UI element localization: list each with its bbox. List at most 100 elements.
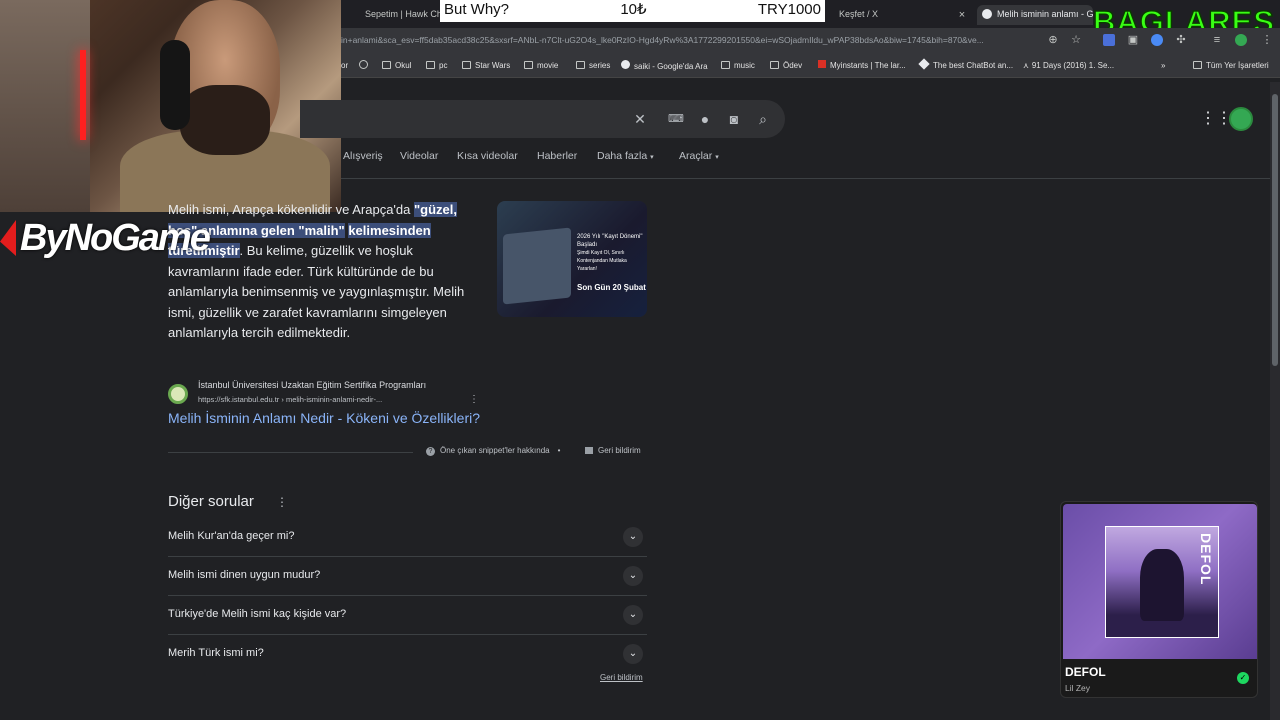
avatar[interactable] — [1229, 107, 1253, 131]
bookmark-item[interactable]: or — [341, 60, 348, 72]
tab-more[interactable]: Daha fazla ▾ — [597, 150, 654, 162]
more-options-icon[interactable]: ⋮ — [276, 495, 288, 509]
more-options-icon[interactable]: ⋮ — [469, 394, 479, 405]
bookmark-folder[interactable]: Okul — [382, 60, 411, 72]
feedback-link[interactable]: Geri bildirim — [600, 673, 643, 682]
donation-message: But Why? — [444, 1, 510, 18]
lens-camera-icon[interactable]: ◙ — [726, 111, 742, 127]
folder-icon — [462, 61, 471, 69]
page-scrollbar[interactable] — [1270, 82, 1280, 720]
extensions-puzzle-icon[interactable]: ✣ — [1175, 34, 1187, 46]
liked-check-icon: ✓ — [1237, 672, 1249, 684]
folder-icon — [1193, 61, 1202, 69]
keyboard-icon[interactable]: ⌨ — [668, 111, 684, 127]
donation-amount: 10₺ — [620, 1, 647, 18]
tab-shopping[interactable]: Alışveriş — [343, 150, 383, 162]
streamer-beard — [180, 85, 270, 155]
tab-news[interactable]: Haberler — [537, 150, 577, 162]
bookmarks-overflow-icon[interactable]: » — [1161, 60, 1165, 72]
about-snippets-link[interactable]: ? Öne çıkan snippet'ler hakkında • — [426, 446, 560, 456]
source-name[interactable]: İstanbul Üniversitesi Uzaktan Eğitim Ser… — [198, 380, 426, 390]
close-tab-icon[interactable]: × — [956, 9, 968, 21]
bookmark-star-icon[interactable]: ☆ — [1070, 34, 1082, 46]
folder-icon — [576, 61, 585, 69]
folder-icon — [524, 61, 533, 69]
scrollbar-thumb[interactable] — [1272, 94, 1278, 366]
led-light — [80, 50, 86, 140]
chevron-down-icon[interactable]: ⌄ — [623, 605, 643, 625]
google-favicon-icon — [982, 9, 992, 19]
chevron-down-icon: ▾ — [650, 154, 654, 161]
feedback-icon — [585, 447, 593, 454]
source-favicon-icon[interactable] — [168, 384, 188, 404]
profile-avatar-icon[interactable] — [1235, 34, 1247, 46]
divider — [168, 452, 413, 453]
bookmark-item[interactable]: The best ChatBot an... — [918, 58, 1013, 72]
bookmark-folder[interactable]: pc — [426, 60, 447, 72]
thumbnail-title: 2026 Yılı "Kayıt Dönemi" Başladı Şimdi Ka… — [577, 234, 643, 272]
tab-videos[interactable]: Videolar — [400, 150, 438, 162]
song-title: DEFOL — [1065, 665, 1106, 679]
question-item[interactable]: Merih Türk ismi mi? ⌄ — [168, 635, 647, 674]
bookmark-folder[interactable]: Star Wars — [462, 60, 510, 72]
zoom-icon[interactable]: ⊕ — [1047, 34, 1059, 46]
bookmark-folder[interactable]: Ödev — [770, 60, 802, 72]
help-icon: ? — [426, 447, 435, 456]
media-controls-icon[interactable]: ≡ — [1211, 34, 1223, 46]
google-apps-icon[interactable]: ⋮⋮ — [1200, 111, 1232, 127]
microphone-icon[interactable]: ● — [697, 111, 713, 127]
chevron-down-icon[interactable]: ⌄ — [623, 527, 643, 547]
google-icon — [621, 60, 630, 69]
folder-icon — [721, 61, 730, 69]
question-item[interactable]: Melih Kur'an'da geçer mi? ⌄ — [168, 518, 647, 557]
source-url[interactable]: https://sfk.istanbul.edu.tr › melih-ismi… — [198, 395, 382, 404]
bookmark-item[interactable]: Myinstants | The lar... — [818, 60, 906, 72]
bookmark-folder[interactable]: series — [576, 60, 610, 72]
chatbot-icon — [918, 58, 930, 70]
url-text[interactable]: in+anlami&sca_esv=ff5dab35acd38c25&sxsrf… — [341, 35, 1041, 45]
tab-tools[interactable]: Araçlar ▾ — [679, 150, 719, 162]
snippet-thumbnail[interactable]: 2026 Yılı "Kayıt Dönemi" Başladı Şimdi Ka… — [497, 201, 647, 317]
feedback-link[interactable]: Geri bildirim — [585, 446, 641, 455]
bookmark-folder[interactable]: movie — [524, 60, 558, 72]
headset-icon — [160, 40, 190, 130]
chevron-down-icon[interactable]: ⌄ — [623, 566, 643, 586]
chevron-down-icon: ▾ — [715, 154, 719, 161]
address-bar[interactable]: in+anlami&sca_esv=ff5dab35acd38c25&sxsrf… — [341, 28, 1280, 56]
folder-icon — [382, 61, 391, 69]
bookmark-item[interactable]: saiki - Google'da Ara — [621, 60, 708, 73]
result-title-link[interactable]: Melih İsminin Anlamı Nedir - Kökeni ve Ö… — [168, 410, 480, 426]
extension-icon-3[interactable] — [1151, 34, 1163, 46]
webcam-overlay — [0, 0, 341, 212]
bookmark-item[interactable]: ⋏ 91 Days (2016) 1. Se... — [1023, 60, 1114, 72]
bookmark-folder[interactable]: music — [721, 60, 755, 72]
folder-icon — [426, 61, 435, 69]
extension-icon-2[interactable]: ▣ — [1127, 34, 1139, 46]
album-background: DEFOL — [1063, 504, 1257, 659]
cover-figure — [1140, 549, 1184, 621]
tab-kesfet-x[interactable]: Keşfet / X — [825, 5, 955, 25]
bookmarks-bar: or Okul pc Star Wars movie series saiki … — [341, 56, 1280, 78]
thumbnail-screen-image — [503, 227, 571, 305]
donation-banner: But Why? 10₺ TRY1000 — [440, 0, 825, 22]
now-playing-widget: DEFOL DEFOL Lil Zey ✓ — [1060, 501, 1258, 698]
question-item[interactable]: Türkiye'de Melih ismi kaç kişide var? ⌄ — [168, 596, 647, 635]
menu-kebab-icon[interactable]: ⋮ — [1261, 34, 1273, 46]
question-item[interactable]: Melih ismi dinen uygun mudur? ⌄ — [168, 557, 647, 596]
divider — [341, 178, 1270, 179]
tab-hawk-chair[interactable]: Sepetim | Hawk Chair — [365, 5, 441, 25]
translate-extension-icon[interactable] — [1103, 34, 1115, 46]
clear-search-icon[interactable]: ✕ — [632, 111, 648, 127]
background-shelf — [0, 0, 90, 212]
cover-title: DEFOL — [1198, 533, 1214, 586]
all-bookmarks-folder[interactable]: Tüm Yer İşaretleri — [1193, 60, 1269, 72]
search-icon[interactable]: ⌕ — [755, 111, 771, 127]
section-title: Diğer sorular — [168, 493, 254, 510]
tab-google-search[interactable]: Melih isminin anlamı - Google — [977, 5, 1093, 25]
globe-icon — [359, 60, 368, 69]
tab-short-videos[interactable]: Kısa videolar — [457, 150, 518, 162]
sponsor-logo: ByNoGame — [0, 212, 220, 264]
bookmark-item[interactable] — [359, 60, 372, 73]
chevron-down-icon[interactable]: ⌄ — [623, 644, 643, 664]
search-input[interactable]: ✕ ⌨ ● ◙ ⌕ — [300, 100, 785, 138]
